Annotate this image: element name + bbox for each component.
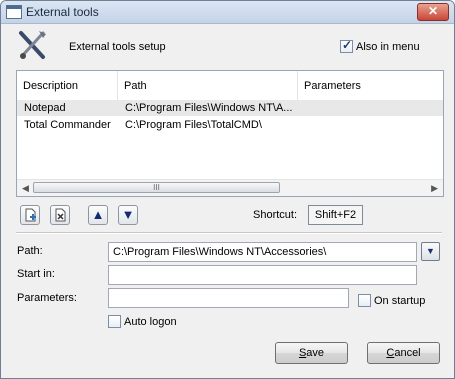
path-dropdown-button[interactable]: ▼ <box>421 242 440 261</box>
auto-logon-label: Auto logon <box>124 316 177 328</box>
row-description: Total Commander <box>24 119 111 131</box>
shortcut-field[interactable]: Shift+F2 <box>308 205 363 225</box>
on-startup-label: On startup <box>374 295 426 307</box>
title-bar: External tools ✕ <box>1 1 454 24</box>
delete-document-icon <box>55 208 66 222</box>
delete-tool-button[interactable] <box>50 205 70 225</box>
start-in-label: Start in: <box>17 268 55 280</box>
parameters-label: Parameters: <box>17 292 77 304</box>
column-parameters[interactable]: Parameters <box>298 71 443 100</box>
scroll-left-icon[interactable]: ◀ <box>22 183 29 194</box>
horizontal-scrollbar[interactable]: ◀ III ▶ <box>17 179 443 196</box>
row-description: Notepad <box>24 102 66 114</box>
setup-title: External tools setup <box>69 41 166 53</box>
list-row[interactable]: Total Commander C:\Program Files\TotalCM… <box>17 117 443 133</box>
list-row[interactable]: Notepad C:\Program Files\Windows NT\A... <box>17 100 443 116</box>
move-up-button[interactable]: ▲ <box>88 205 108 225</box>
path-input[interactable]: C:\Program Files\Windows NT\Accessories\ <box>108 242 417 262</box>
scroll-right-icon[interactable]: ▶ <box>431 183 438 194</box>
close-button[interactable]: ✕ <box>417 3 449 21</box>
scroll-thumb[interactable]: III <box>33 182 280 193</box>
arrow-up-icon: ▲ <box>91 207 105 222</box>
also-in-menu-checkbox[interactable] <box>340 38 353 53</box>
auto-logon-checkbox[interactable] <box>108 315 121 328</box>
window-icon <box>6 5 22 19</box>
list-header: Description Path Parameters <box>17 71 443 101</box>
new-document-icon <box>25 208 36 222</box>
external-tools-window: External tools ✕ External tools setup Al… <box>0 0 455 379</box>
also-in-menu-label: Also in menu <box>356 41 420 53</box>
move-down-button[interactable]: ▼ <box>118 205 138 225</box>
shortcut-label: Shortcut: <box>253 209 298 221</box>
path-label: Path: <box>17 245 43 257</box>
row-path: C:\Program Files\Windows NT\A... <box>125 102 293 114</box>
column-description[interactable]: Description <box>17 71 118 100</box>
arrow-down-icon: ▼ <box>121 207 135 222</box>
add-tool-button[interactable] <box>20 205 40 225</box>
on-startup-checkbox[interactable] <box>358 294 371 307</box>
chevron-down-icon: ▼ <box>426 246 435 256</box>
window-title: External tools <box>26 5 99 19</box>
parameters-input[interactable] <box>108 288 349 308</box>
tools-list[interactable]: Description Path Parameters Notepad C:\P… <box>16 70 444 197</box>
tools-icon <box>19 31 46 59</box>
save-button[interactable]: Save <box>275 342 348 364</box>
cancel-label: ancel <box>394 347 421 359</box>
cancel-button[interactable]: Cancel <box>367 342 440 364</box>
separator <box>16 232 442 234</box>
column-path[interactable]: Path <box>118 71 298 100</box>
save-label: ave <box>306 347 325 359</box>
row-path: C:\Program Files\TotalCMD\ <box>125 119 262 131</box>
start-in-input[interactable] <box>108 265 417 285</box>
